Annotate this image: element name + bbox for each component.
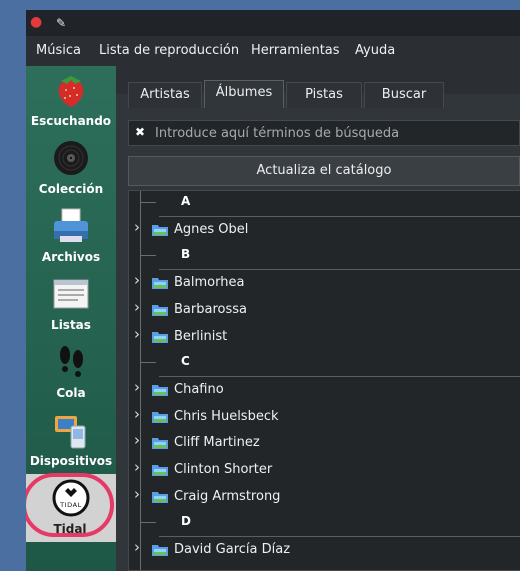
tab-albumes[interactable]: Álbumes xyxy=(204,80,284,108)
tab-artistas[interactable]: Artistas xyxy=(128,82,202,108)
folder-icon xyxy=(152,224,168,236)
highlight-ring xyxy=(26,473,114,537)
strawberry-icon xyxy=(58,76,84,107)
letter-label: C xyxy=(181,354,190,369)
chevron-right-icon[interactable]: › xyxy=(134,565,140,570)
folder-icon xyxy=(152,384,168,396)
artist-row[interactable]: › Clinton Shorter xyxy=(129,457,520,484)
vinyl-record-icon xyxy=(54,141,88,175)
sidebar-item-listas[interactable]: Listas xyxy=(26,270,116,338)
clear-icon[interactable]: ✖ xyxy=(135,125,145,139)
tree-branch-line xyxy=(140,522,156,524)
chevron-right-icon[interactable]: › xyxy=(134,458,140,476)
sidebar-label: Cola xyxy=(56,386,86,400)
letter-header: A xyxy=(129,191,520,217)
sidebar-item-tidal[interactable]: TIDAL Tidal xyxy=(26,473,116,542)
sidebar-item-cola[interactable]: Cola xyxy=(26,338,116,406)
album-tree: A › Agnes Obel B › Balmorhea › Barbarossa › Berli… xyxy=(128,190,520,571)
sidebar-label: Archivos xyxy=(41,250,101,264)
folder-icon xyxy=(152,465,168,476)
chevron-right-icon[interactable]: › xyxy=(134,325,140,343)
tree-branch-line xyxy=(140,362,156,364)
strawberry-icon: ● xyxy=(30,14,43,30)
chevron-right-icon[interactable]: › xyxy=(134,378,140,396)
tab-buscar[interactable]: Buscar xyxy=(364,82,444,108)
chevron-right-icon[interactable]: › xyxy=(134,271,140,289)
menu-ayuda[interactable]: Ayuda xyxy=(355,43,395,58)
app-window: ● ✎ Música Lista de reproducción Herrami… xyxy=(26,10,520,571)
artist-name: Craig Armstrong xyxy=(174,488,281,504)
search-box: ✖ xyxy=(128,120,520,146)
artist-name: Chafino xyxy=(174,381,224,397)
menu-musica[interactable]: Música xyxy=(36,43,81,58)
artist-row[interactable]: › Berlinist xyxy=(129,324,520,351)
artist-name: David García Díaz xyxy=(174,542,291,558)
chevron-right-icon[interactable]: › xyxy=(134,431,140,449)
chevron-right-icon[interactable]: › xyxy=(134,538,140,556)
artist-name: Barbarossa xyxy=(174,301,247,317)
sidebar-label: Listas xyxy=(51,318,91,332)
letter-label: A xyxy=(181,194,191,208)
title-bar: ● ✎ xyxy=(26,10,520,36)
menu-lista-de-reproduccion[interactable]: Lista de reproducción xyxy=(99,43,239,58)
pin-icon[interactable]: ✎ xyxy=(56,15,66,31)
footprints-icon xyxy=(60,346,83,377)
artist-row[interactable]: › Chafino xyxy=(129,377,520,404)
artist-row[interactable]: › Chris Huelsbeck xyxy=(129,404,520,431)
artist-row[interactable]: › Agnes Obel xyxy=(129,217,520,244)
sidebar-item-escuchando[interactable]: Escuchando xyxy=(26,66,116,134)
sidebar-label: Colección xyxy=(38,182,104,196)
sidebar-label: Dispositivos xyxy=(29,454,113,468)
artist-row[interactable]: › Craig Armstrong xyxy=(129,484,520,511)
folder-icon xyxy=(152,491,168,503)
artist-name: Clinton Shorter xyxy=(174,462,273,477)
chevron-right-icon[interactable]: › xyxy=(134,218,140,236)
playlist-window-icon xyxy=(53,279,89,309)
artist-name: Berlinist xyxy=(174,328,228,344)
artist-name: Chris Huelsbeck xyxy=(174,408,279,424)
printer-icon xyxy=(54,208,88,242)
folder-icon xyxy=(152,331,168,343)
search-input[interactable] xyxy=(155,123,515,143)
chevron-right-icon[interactable]: › xyxy=(134,405,140,423)
menu-bar: Música Lista de reproducción Herramienta… xyxy=(26,36,520,66)
artist-row[interactable]: ›Death Cab For Cutie xyxy=(129,564,520,570)
folder-icon xyxy=(152,304,168,316)
letter-header: B xyxy=(129,243,520,271)
main-panel: Artistas Álbumes Pistas Buscar ✖ Actuali… xyxy=(116,66,520,571)
sidebar-item-archivos[interactable]: Archivos xyxy=(26,202,116,270)
sidebar-item-dispositivos[interactable]: Dispositivos xyxy=(26,406,116,474)
letter-header: C xyxy=(129,350,520,378)
artist-row[interactable]: › Balmorhea xyxy=(129,270,520,297)
menu-herramientas[interactable]: Herramientas xyxy=(251,43,340,58)
artist-row[interactable]: › Cliff Martinez xyxy=(129,430,520,457)
tree-branch-line xyxy=(140,202,156,203)
folder-icon xyxy=(152,411,168,423)
letter-label: D xyxy=(181,514,191,529)
chevron-right-icon[interactable]: › xyxy=(134,298,140,316)
letter-header: D xyxy=(129,510,520,538)
folder-icon xyxy=(152,438,168,450)
artist-name: Cliff Martinez xyxy=(174,435,260,451)
artist-row[interactable]: › David García Díaz xyxy=(129,537,520,564)
sidebar-label: Escuchando xyxy=(30,114,112,128)
tab-pistas[interactable]: Pistas xyxy=(286,82,362,108)
update-catalog-button[interactable]: Actualiza el catálogo xyxy=(128,156,520,186)
artist-name: Agnes Obel xyxy=(174,221,249,237)
letter-label: B xyxy=(181,247,191,262)
devices-icon xyxy=(55,416,86,449)
chevron-right-icon[interactable]: › xyxy=(134,485,140,503)
sidebar: Escuchando Colección Archivos Listas Col… xyxy=(26,66,116,571)
tree-branch-line xyxy=(140,255,156,257)
sidebar-item-coleccion[interactable]: Colección xyxy=(26,134,116,202)
artist-name: Balmorhea xyxy=(174,275,245,291)
artist-row[interactable]: › Barbarossa xyxy=(129,297,520,324)
folder-icon xyxy=(152,545,168,557)
folder-icon xyxy=(152,278,168,290)
